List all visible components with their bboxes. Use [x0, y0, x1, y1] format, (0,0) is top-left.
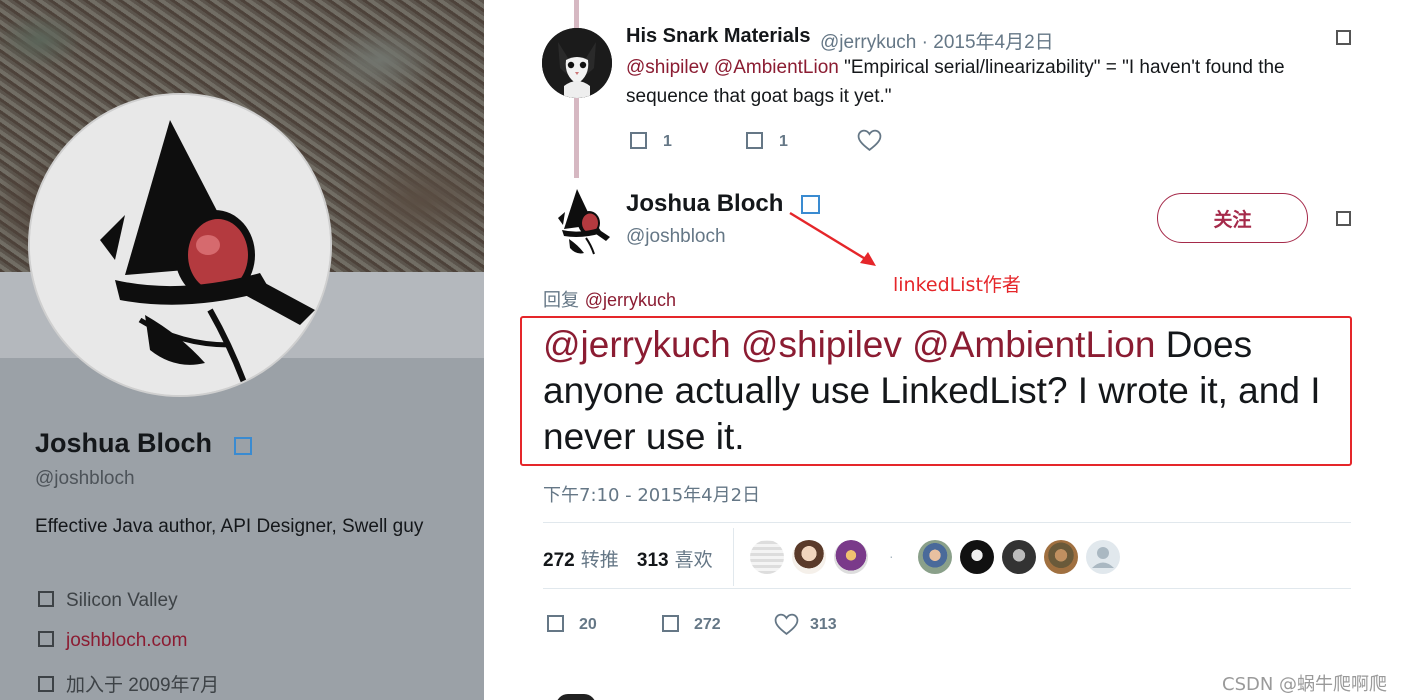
main-tweet-mentions[interactable]: @jerrykuch @shipilev @AmbientLion [543, 324, 1155, 365]
verified-badge-icon [234, 437, 252, 455]
profile-name[interactable]: Joshua Bloch [35, 428, 212, 459]
main-tweet-text: @jerrykuch @shipilev @AmbientLion Does a… [543, 322, 1343, 460]
tweet-menu-icon[interactable] [1336, 211, 1351, 226]
liker-avatar[interactable] [960, 540, 994, 574]
liker-avatar[interactable] [918, 540, 952, 574]
main-tweet-author-name[interactable]: Joshua Bloch [626, 190, 783, 218]
reply-prefix: 回复 [543, 290, 579, 311]
joined-text: 加入于 2009年7月 [66, 675, 220, 696]
profile-website: joshbloch.com [38, 630, 187, 652]
profile-joined: 加入于 2009年7月 [38, 670, 219, 697]
liker-avatar[interactable] [750, 540, 784, 574]
reply-context: 回复 @jerrykuch [543, 286, 676, 312]
cat-avatar-image [542, 28, 612, 98]
location-text: Silicon Valley [66, 590, 178, 611]
tweet-timestamp[interactable]: 下午7:10 - 2015年4月2日 [543, 481, 760, 507]
divider [543, 522, 1351, 523]
calendar-icon [38, 676, 54, 692]
parent-tweet-text: @shipilev @AmbientLion "Empirical serial… [626, 53, 1346, 111]
tweet-menu-icon[interactable] [1336, 30, 1351, 45]
liker-avatar[interactable] [1002, 540, 1036, 574]
tweet-stats: 272 转推 313 喜欢 [543, 545, 713, 572]
like-stat-count[interactable]: 313 [637, 550, 669, 571]
profile-bio: Effective Java author, API Designer, Swe… [35, 516, 424, 537]
parent-tweet-handle-date[interactable]: @jerrykuch · 2015年4月2日 [820, 27, 1054, 54]
location-icon [38, 591, 54, 607]
default-user-icon [1092, 547, 1114, 568]
parent-reply-count: 1 [663, 133, 672, 150]
annotation-arrow-icon [789, 211, 876, 266]
profile-avatar[interactable] [28, 93, 332, 397]
divider [543, 588, 1351, 589]
retweet-count: 272 [694, 616, 721, 633]
profile-location: Silicon Valley [38, 590, 178, 612]
liker-avatar[interactable] [1044, 540, 1078, 574]
main-tweet-avatar[interactable] [544, 185, 612, 255]
parent-tweet-author-name[interactable]: His Snark Materials [626, 25, 811, 48]
liker-avatar[interactable] [792, 540, 826, 574]
duke-avatar-image [544, 185, 612, 255]
like-heart-icon[interactable] [857, 129, 882, 152]
parent-tweet-avatar[interactable] [542, 28, 612, 98]
reply-count: 20 [579, 616, 597, 633]
profile-panel: Joshua Bloch @joshbloch Effective Java a… [0, 0, 484, 700]
main-tweet-handle[interactable]: @joshbloch [626, 226, 726, 248]
profile-handle[interactable]: @joshbloch [35, 468, 135, 490]
watermark: CSDN @蜗牛爬啊爬 [1222, 674, 1388, 695]
retweet-icon[interactable] [662, 615, 679, 632]
reply-to-link[interactable]: @jerrykuch [585, 290, 676, 310]
annotation-label: linkedList作者 [893, 274, 1021, 296]
parent-tweet-mentions[interactable]: @shipilev @AmbientLion [626, 57, 839, 78]
next-tweet-avatar[interactable] [556, 694, 596, 700]
duke-mascot-image [30, 95, 330, 395]
reply-icon[interactable] [547, 615, 564, 632]
website-link[interactable]: joshbloch.com [66, 630, 187, 651]
like-stat-label[interactable]: 喜欢 [675, 549, 713, 571]
retweet-icon[interactable] [746, 132, 763, 149]
link-icon [38, 631, 54, 647]
liker-avatar[interactable] [834, 540, 868, 574]
stats-divider [733, 528, 734, 586]
retweet-stat-count[interactable]: 272 [543, 550, 575, 571]
liker-avatar[interactable] [1086, 540, 1120, 574]
like-heart-icon[interactable] [774, 613, 799, 636]
separator-dot: · [889, 548, 894, 564]
reply-icon[interactable] [630, 132, 647, 149]
parent-retweet-count: 1 [779, 133, 788, 150]
follow-button[interactable]: 关注 [1157, 193, 1308, 243]
retweet-stat-label[interactable]: 转推 [581, 549, 619, 571]
like-count: 313 [810, 616, 837, 633]
